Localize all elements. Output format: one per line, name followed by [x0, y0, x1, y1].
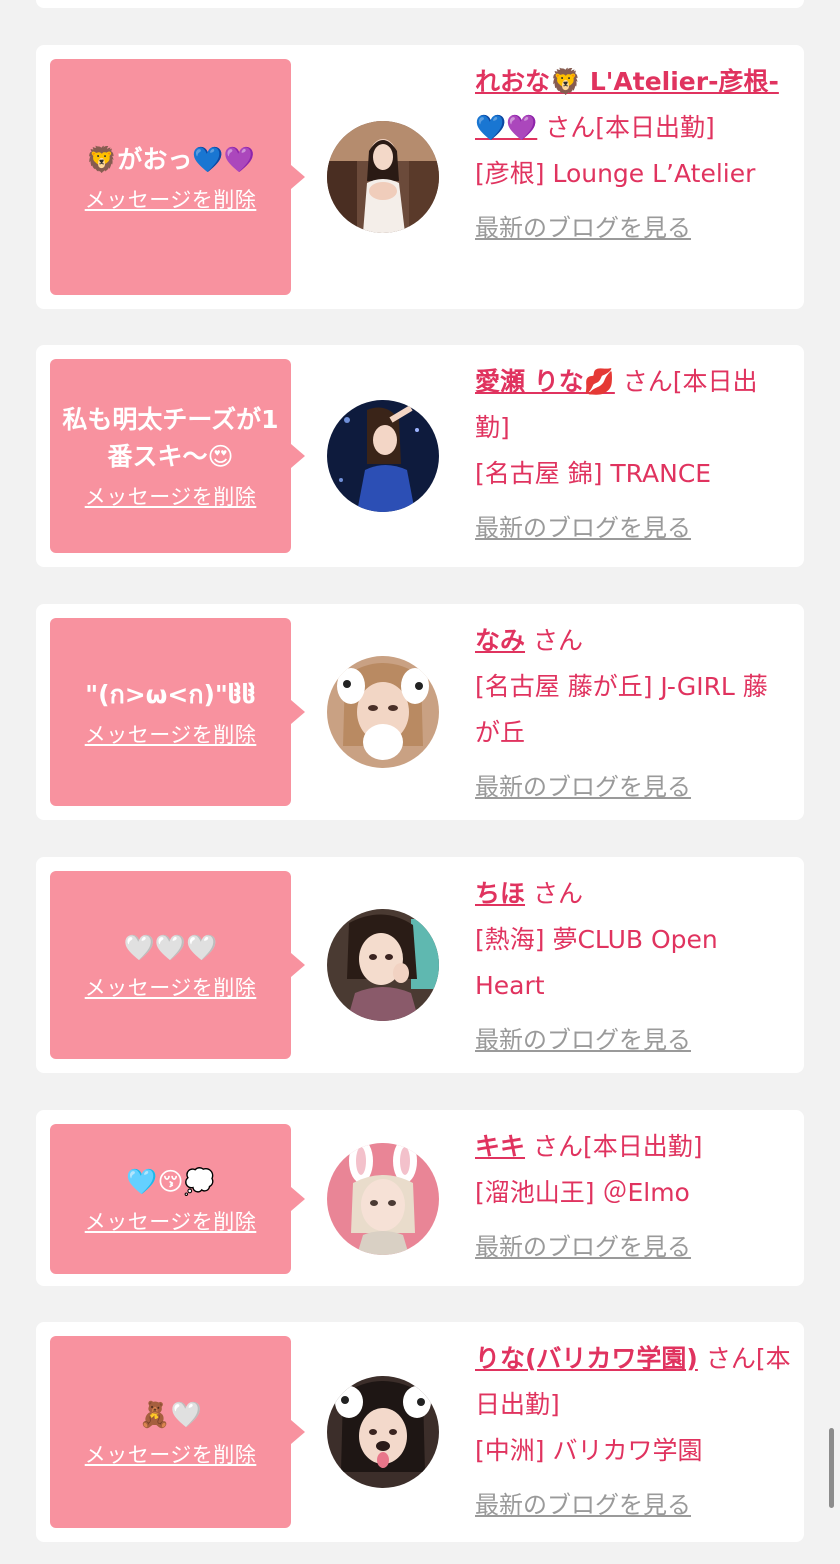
cast-info: ちほ さん [熱海] 夢CLUB Open Heart 最新のブログを見る	[475, 871, 791, 1063]
delete-message-link[interactable]: メッセージを削除	[85, 1439, 257, 1469]
cast-name-link[interactable]: 愛瀬 りな💋	[475, 367, 615, 396]
cast-name-link[interactable]: キキ	[475, 1132, 525, 1161]
cast-name-link[interactable]: りな(バリカワ学園)	[475, 1344, 698, 1373]
message-text: 🧸🤍	[139, 1399, 202, 1429]
avatar[interactable]	[327, 909, 439, 1021]
latest-blog-link[interactable]: 最新のブログを見る	[475, 1482, 691, 1528]
delete-message-link[interactable]: メッセージを削除	[85, 972, 257, 1002]
cast-info: なみ さん [名古屋 藤が丘] J-GIRL 藤が丘 最新のブログを見る	[475, 618, 791, 810]
cast-info: キキ さん[本日出勤] [溜池山王] ＠Elmo 最新のブログを見る	[475, 1124, 791, 1270]
previous-card-edge	[36, 0, 804, 8]
message-bubble: 私も明太チーズが1番スキ〜😍 メッセージを削除	[50, 359, 305, 553]
message-text: 🩵😚💭	[126, 1166, 215, 1196]
avatar[interactable]	[327, 1376, 439, 1488]
honorific-status: さん	[532, 626, 583, 655]
shop-text: [溜池山王] ＠Elmo	[475, 1178, 690, 1207]
message-card: 私も明太チーズが1番スキ〜😍 メッセージを削除 愛瀬 りな💋 さん[本日出勤] …	[36, 345, 804, 567]
cast-info: 愛瀬 りな💋 さん[本日出勤] [名古屋 錦] TRANCE 最新のブログを見る	[475, 359, 791, 551]
shop-text: [名古屋 藤が丘] J-GIRL 藤が丘	[475, 672, 768, 747]
latest-blog-link[interactable]: 最新のブログを見る	[475, 1017, 691, 1063]
cast-info: りな(バリカワ学園) さん[本日出勤] [中洲] バリカワ学園 最新のブログを見…	[475, 1336, 791, 1528]
scrollbar[interactable]	[829, 1428, 834, 1508]
message-bubble: 🦁がおっ💙💜 メッセージを削除	[50, 59, 305, 295]
message-card: 🩵😚💭 メッセージを削除 キキ さん[本日出勤] [溜池山王] ＠Elmo 最新…	[36, 1110, 804, 1286]
delete-message-link[interactable]: メッセージを削除	[85, 719, 257, 749]
latest-blog-link[interactable]: 最新のブログを見る	[475, 764, 691, 810]
delete-message-link[interactable]: メッセージを削除	[85, 481, 257, 511]
avatar[interactable]	[327, 1143, 439, 1255]
avatar[interactable]	[327, 400, 439, 512]
latest-blog-link[interactable]: 最新のブログを見る	[475, 1224, 691, 1270]
message-bubble: 🧸🤍 メッセージを削除	[50, 1336, 305, 1528]
message-bubble: "(ก>ω<ก)"ჱ̒ჱ̒ メッセージを削除	[50, 618, 305, 806]
message-text: "(ก>ω<ก)"ჱ̒ჱ̒	[85, 679, 256, 709]
honorific-status: さん[本日出勤]	[532, 1132, 703, 1161]
message-card: 🤍🤍🤍 メッセージを削除 ちほ さん [熱海] 夢CLUB Open Heart…	[36, 857, 804, 1073]
message-card: "(ก>ω<ก)"ჱ̒ჱ̒ メッセージを削除 なみ さん [名古屋 藤が丘] J…	[36, 604, 804, 820]
shop-text: [中洲] バリカワ学園	[475, 1436, 703, 1465]
message-bubble: 🤍🤍🤍 メッセージを削除	[50, 871, 305, 1059]
shop-text: [名古屋 錦] TRANCE	[475, 459, 712, 488]
message-bubble: 🩵😚💭 メッセージを削除	[50, 1124, 305, 1274]
shop-text: [彦根] Lounge L’Atelier	[475, 159, 756, 188]
avatar[interactable]	[327, 656, 439, 768]
honorific-status: さん	[532, 879, 583, 908]
avatar[interactable]	[327, 121, 439, 233]
delete-message-link[interactable]: メッセージを削除	[85, 1206, 257, 1236]
cast-info: れおな🦁 L'Atelier-彦根-💙💜 さん[本日出勤] [彦根] Loung…	[475, 59, 791, 251]
latest-blog-link[interactable]: 最新のブログを見る	[475, 505, 691, 551]
delete-message-link[interactable]: メッセージを削除	[85, 184, 257, 214]
message-text: 私も明太チーズが1番スキ〜😍	[62, 405, 279, 471]
shop-text: [熱海] 夢CLUB Open Heart	[475, 925, 718, 1000]
message-text: 🤍🤍🤍	[123, 932, 218, 962]
message-card: 🧸🤍 メッセージを削除 りな(バリカワ学園) さん[本日出勤] [中洲] バリカ…	[36, 1322, 804, 1542]
latest-blog-link[interactable]: 最新のブログを見る	[475, 205, 691, 251]
message-card: 🦁がおっ💙💜 メッセージを削除 れおな🦁 L'Atelier-彦根-💙💜 さん[…	[36, 45, 804, 309]
cast-name-link[interactable]: なみ	[475, 626, 525, 655]
honorific-status: さん[本日出勤]	[545, 113, 715, 142]
message-text: 🦁がおっ💙💜	[86, 144, 255, 174]
cast-name-link[interactable]: ちほ	[475, 879, 525, 908]
